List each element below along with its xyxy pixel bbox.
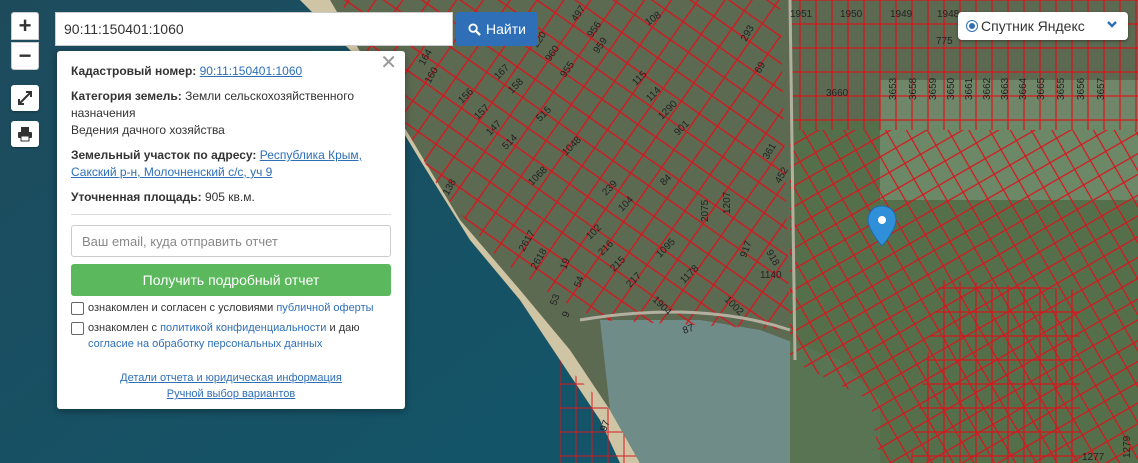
zoom-in-button[interactable]: + [11,12,39,40]
report-details-link[interactable]: Детали отчета и юридическая информация [120,372,342,384]
map-label: 1948 [937,9,960,20]
address-label: Земельный участок по адресу: [71,148,257,162]
email-field[interactable]: Ваш email, куда отправить отчет [71,225,391,257]
chevron-down-icon [1106,17,1118,33]
printer-icon [18,127,32,142]
parcel-info-popup: ✕ Кадастровый номер: 90:11:150401:1060 К… [57,51,405,409]
category-row: Категория земель: Земли сельскохозяйстве… [71,88,391,139]
map-label: 1949 [890,9,913,20]
category-label: Категория земель: [71,89,182,103]
map-label: 3660 [826,88,849,99]
cadastral-label: Кадастровый номер: [71,64,197,78]
fullscreen-button[interactable] [11,85,39,111]
map-label: 2075 [700,199,711,222]
personal-data-consent-link[interactable]: согласие на обработку персональных данны… [88,338,322,350]
get-report-button[interactable]: Получить подробный отчет [71,264,391,296]
close-icon[interactable]: ✕ [380,53,397,73]
map-label: 3665 [1036,77,1047,100]
area-label: Уточненная площадь: [71,190,202,204]
map-label: 1279 [1122,435,1133,458]
map-layer-label: Спутник Яндекс [981,18,1085,34]
zoom-out-button[interactable]: − [11,42,39,70]
map-label: 3661 [964,77,975,100]
footer-links: Детали отчета и юридическая информация Р… [71,370,391,402]
manual-selection-link[interactable]: Ручной выбор вариантов [167,388,295,400]
map-label: 3653 [888,77,899,100]
search-button-label: Найти [486,21,526,37]
area-row: Уточненная площадь: 905 кв.м. [71,189,391,206]
offer-consent-text: ознакомлен и согласен с условиями [88,302,274,314]
privacy-policy-link[interactable]: политикой конфиденциальности [160,322,326,334]
map-label: 3655 [1056,77,1067,100]
map-label: 775 [936,36,953,47]
offer-checkbox[interactable] [71,302,84,315]
area-value: 905 кв.м. [204,190,255,204]
map-label: 3657 [1096,77,1107,100]
map-label: 3650 [946,77,957,100]
offer-consent: ознакомлен и согласен с условиями публич… [71,300,391,316]
privacy-consent-text: ознакомлен с [88,322,158,334]
map-label: 1140 [760,270,782,281]
privacy-consent: ознакомлен с политикой конфиденциальност… [71,320,391,352]
search-input[interactable] [55,12,453,46]
usage-value: Ведения дачного хозяйства [71,123,225,137]
address-row: Земельный участок по адресу: Республика … [71,147,391,181]
email-placeholder: Ваш email, куда отправить отчет [82,233,278,249]
public-offer-link[interactable]: публичной оферты [276,302,373,314]
privacy-consent-text-b: и даю [329,322,360,334]
privacy-checkbox[interactable] [71,322,84,335]
radio-icon [966,20,978,32]
cadastral-row: Кадастровый номер: 90:11:150401:1060 [71,63,391,80]
map-layer-select[interactable]: Спутник Яндекс [958,12,1128,40]
map-label: 1950 [840,9,863,20]
map-label: 1207 [722,191,733,214]
map-label: 3663 [1000,77,1011,100]
fullscreen-icon [18,91,32,105]
search-icon [468,22,481,36]
print-button[interactable] [11,121,39,147]
map-label: 3659 [928,77,939,100]
map-label: 3664 [1018,77,1029,100]
map-label: 1277 [1082,452,1105,463]
divider [71,214,391,215]
map-label: 3658 [908,77,919,100]
cadastral-number-link[interactable]: 90:11:150401:1060 [200,64,303,78]
search-button[interactable]: Найти [456,12,538,46]
map-label: 3656 [1076,77,1087,100]
map-label: 1951 [790,9,813,20]
map-label: 3662 [982,77,993,100]
